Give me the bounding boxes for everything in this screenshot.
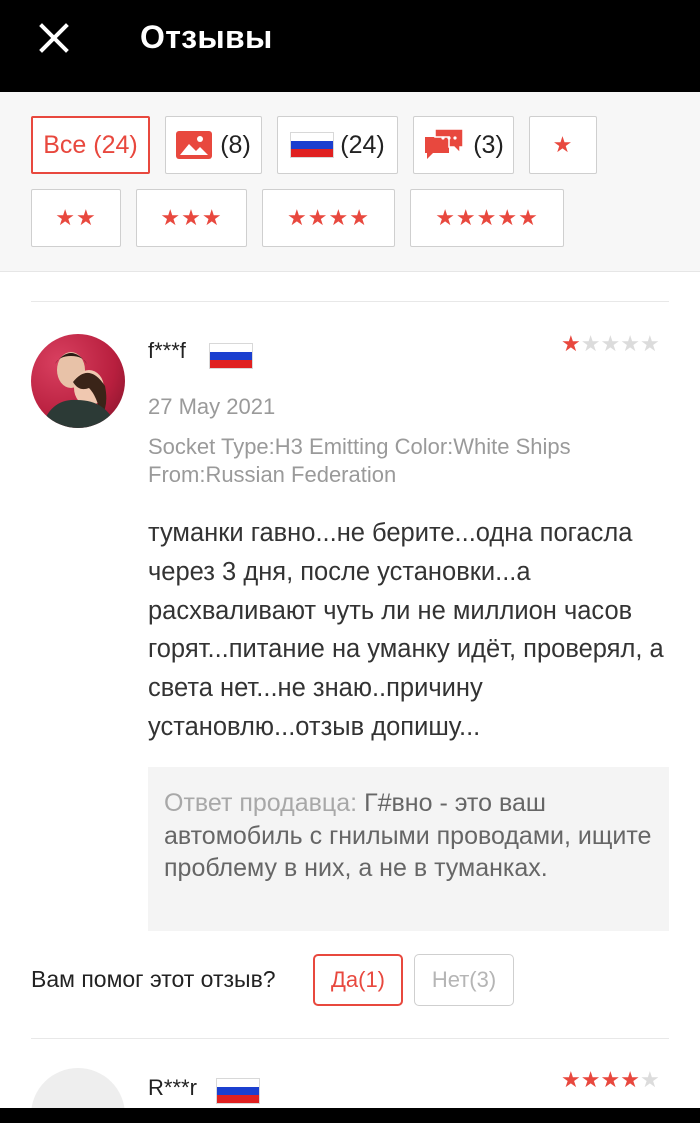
system-nav-bar xyxy=(0,1108,700,1123)
russia-flag-icon xyxy=(209,343,253,369)
filter-all-label: Все (24) xyxy=(43,130,138,159)
star-filled-icon: ★ xyxy=(561,331,581,356)
star-empty-icon: ★ xyxy=(639,1067,660,1092)
review-date: 27 May 2021 xyxy=(148,394,276,419)
russia-flag-icon xyxy=(290,132,335,158)
app-header: Отзывы xyxy=(0,0,700,92)
filter-comments-count: (3) xyxy=(473,130,504,159)
helpful-yes-button[interactable]: Да(1) xyxy=(313,954,403,1006)
filter-photos[interactable]: (8) xyxy=(165,116,262,174)
two-stars-icon: ★★ xyxy=(55,205,97,230)
one-star-icon: ★ xyxy=(552,132,574,157)
review-username: f***f xyxy=(148,338,186,363)
star-empty-icon: ★ xyxy=(620,331,640,356)
seller-reply-label: Ответ продавца: xyxy=(164,789,365,817)
filter-russia-count: (24) xyxy=(340,130,385,159)
divider xyxy=(31,301,669,302)
filter-photos-count: (8) xyxy=(220,130,251,159)
seller-reply: Ответ продавца: Г#вно - это ваш автомоби… xyxy=(148,767,669,931)
review-product-spec: Socket Type:H3 Emitting Color:White Ship… xyxy=(148,433,658,489)
photo-icon xyxy=(176,131,213,159)
chat-bubbles-icon xyxy=(423,127,465,163)
five-stars-icon: ★★★★★ xyxy=(435,205,539,230)
review-rating: ★★★★★ xyxy=(561,1067,660,1093)
review-username: R***r xyxy=(148,1075,197,1100)
star-empty-icon: ★ xyxy=(600,331,621,356)
spec-line: From:Russian Federation xyxy=(148,462,397,487)
filter-bar: Все (24) (8) (24) (3) ★ ★★ ★★★ ★★★★ ★★★★… xyxy=(0,92,700,272)
avatar[interactable] xyxy=(31,334,125,428)
divider xyxy=(31,1038,669,1039)
russia-flag-icon xyxy=(216,1078,260,1104)
filter-comments[interactable]: (3) xyxy=(413,116,514,174)
helpful-no-button[interactable]: Нет(3) xyxy=(414,954,514,1006)
review-text: туманки гавно...не берите...одна погасла… xyxy=(148,519,664,741)
page-title: Отзывы xyxy=(140,19,273,55)
filter-country-russia[interactable]: (24) xyxy=(277,116,398,174)
three-stars-icon: ★★★ xyxy=(160,205,223,230)
star-filled-icon: ★ xyxy=(561,1067,581,1092)
filter-2-stars[interactable]: ★★ xyxy=(31,189,121,247)
filter-all[interactable]: Все (24) xyxy=(31,116,150,174)
spec-line: Socket Type:H3 Emitting Color:White Ship… xyxy=(148,434,571,459)
four-stars-icon: ★★★★ xyxy=(287,205,370,230)
star-empty-icon: ★ xyxy=(639,331,660,356)
helpful-question: Вам помог этот отзыв? xyxy=(31,966,276,992)
star-empty-icon: ★ xyxy=(580,331,601,356)
filter-5-stars[interactable]: ★★★★★ xyxy=(410,189,564,247)
filter-3-stars[interactable]: ★★★ xyxy=(136,189,247,247)
star-filled-icon: ★ xyxy=(580,1067,601,1092)
star-filled-icon: ★ xyxy=(600,1067,621,1092)
review-rating: ★★★★★ xyxy=(561,331,660,357)
filter-4-stars[interactable]: ★★★★ xyxy=(262,189,395,247)
star-filled-icon: ★ xyxy=(620,1067,640,1092)
filter-1-star[interactable]: ★ xyxy=(529,116,597,174)
close-icon[interactable] xyxy=(36,20,72,56)
